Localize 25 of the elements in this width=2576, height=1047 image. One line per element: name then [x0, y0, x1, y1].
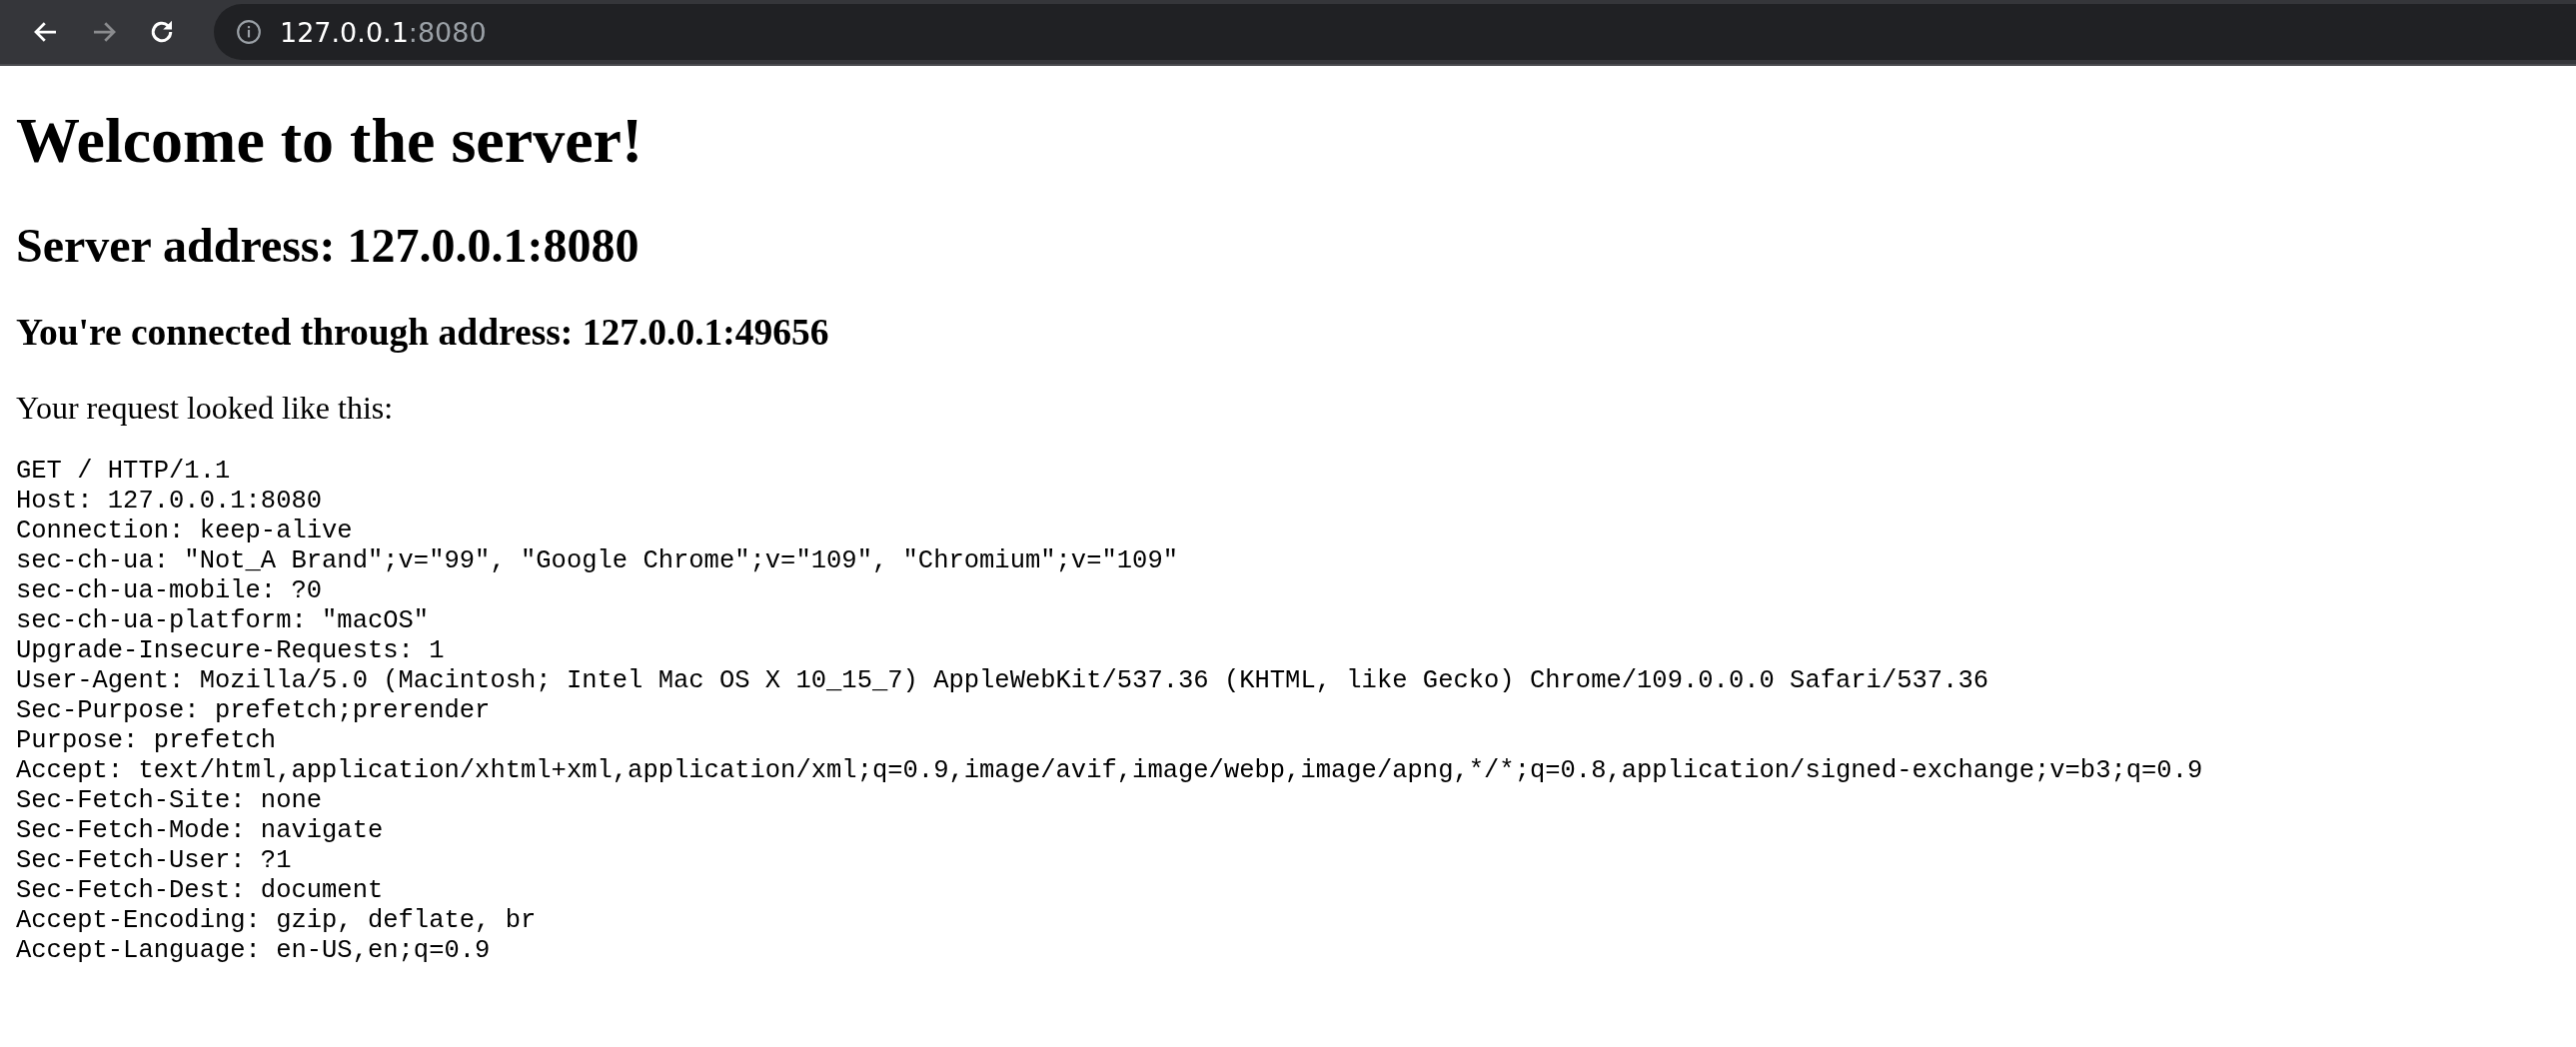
request-line: Sec-Fetch-Site: none	[16, 785, 323, 816]
request-line: sec-ch-ua-mobile: ?0	[16, 575, 323, 606]
request-line: Host: 127.0.0.1:8080	[16, 486, 323, 517]
url-host: 127.0.0.1	[280, 16, 409, 48]
request-line: GET / HTTP/1.1	[16, 456, 231, 487]
request-line: Accept: text/html,application/xhtml+xml,application/xml;q=0.9,image/avif,image/webp,image/apng,*/*;q=0.8,application/signed-exchange;v=b3;q=0.9	[16, 755, 2203, 786]
request-line: Sec-Purpose: prefetch;prerender	[16, 695, 491, 726]
request-line: Sec-Fetch-User: ?1	[16, 845, 292, 876]
request-line: Sec-Fetch-Mode: navigate	[16, 815, 384, 846]
request-line: sec-ch-ua: "Not_A Brand";v="99", "Google Chrome";v="109", "Chromium";v="109"	[16, 545, 1178, 576]
connection-heading: You're connected through address: 127.0.0.1:49656	[16, 310, 830, 354]
info-icon[interactable]	[236, 19, 262, 45]
request-line: Purpose: prefetch	[16, 725, 277, 756]
request-line: Connection: keep-alive	[16, 516, 353, 546]
request-line: Accept-Language: en-US,en;q=0.9	[16, 935, 491, 966]
request-line: sec-ch-ua-platform: "macOS"	[16, 605, 430, 636]
address-bar[interactable]: 127.0.0.1:8080	[214, 4, 2576, 60]
request-line: Sec-Fetch-Dest: document	[16, 875, 384, 906]
request-line: User-Agent: Mozilla/5.0 (Macintosh; Intel Mac OS X 10_15_7) AppleWebKit/537.36 (KHTML, like Gecko) Chrome/109.0.0.0 Safari/537.36	[16, 665, 1989, 696]
request-line: Upgrade-Insecure-Requests: 1	[16, 635, 445, 666]
intro-text: Your request looked like this:	[16, 389, 395, 427]
server-address-heading: Server address: 127.0.0.1:8080	[16, 217, 641, 273]
request-line: Accept-Encoding: gzip, deflate, br	[16, 905, 537, 936]
url-port: :8080	[408, 16, 487, 48]
page-title: Welcome to the server!	[16, 104, 644, 178]
